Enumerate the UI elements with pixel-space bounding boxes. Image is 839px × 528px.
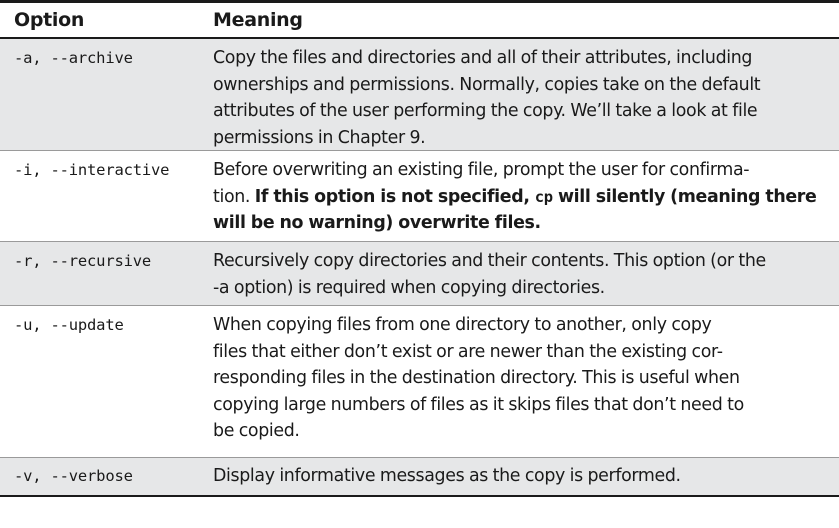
meaning-line: tion. If this option is not specified, c…	[213, 184, 825, 211]
meaning-cell: Recursively copy directories and their c…	[213, 248, 839, 305]
meaning-line: attributes of the user performing the co…	[213, 101, 758, 122]
option-cell: -i, --interactive	[14, 161, 170, 179]
option-cell: -r, --recursive	[14, 252, 151, 270]
meaning-bold-text: will silently (meaning there	[552, 186, 817, 207]
header-option: Option	[14, 9, 85, 31]
table-row: -v, --verbose Display informative messag…	[0, 458, 839, 495]
option-cell: -v, --verbose	[14, 467, 133, 485]
cp-command-code: cp	[534, 187, 553, 206]
bottom-rule	[0, 495, 839, 497]
meaning-line: Before overwriting an existing file, pro…	[213, 160, 750, 180]
meaning-cell: Before overwriting an existing file, pro…	[213, 157, 839, 241]
meaning-line: responding files in the destination dire…	[213, 368, 740, 389]
meaning-line: Recursively copy directories and their c…	[213, 251, 766, 271]
meaning-line: Display informative messages as the copy…	[213, 466, 681, 486]
meaning-line: copying large numbers of files as it ski…	[213, 394, 744, 415]
meaning-line: Copy the files and directories and all o…	[213, 48, 753, 68]
table-row: -i, --interactive Before overwriting an …	[0, 151, 839, 242]
header-meaning: Meaning	[213, 9, 303, 31]
meaning-line: -a option) is required when copying dire…	[213, 277, 605, 298]
table-row: -r, --recursive Recursively copy directo…	[0, 242, 839, 306]
table-row: -u, --update When copying files from one…	[0, 306, 839, 458]
meaning-text: tion.	[213, 186, 255, 207]
table-row: -a, --archive Copy the files and directo…	[0, 39, 839, 151]
options-table: Option Meaning -a, --archive Copy the fi…	[0, 0, 839, 497]
meaning-line: When copying files from one directory to…	[213, 315, 712, 335]
meaning-line: permissions in Chapter 9.	[213, 127, 426, 148]
option-cell: -u, --update	[14, 316, 124, 334]
meaning-cell: When copying files from one directory to…	[213, 312, 839, 457]
meaning-cell: Display informative messages as the copy…	[213, 463, 839, 495]
option-cell: -a, --archive	[14, 49, 133, 67]
meaning-line: files that either don’t exist or are new…	[213, 341, 723, 362]
meaning-bold-text: If this option is not specified,	[254, 186, 535, 207]
meaning-bold-line: will be no warning) overwrite files.	[213, 213, 541, 234]
meaning-cell: Copy the files and directories and all o…	[213, 45, 839, 150]
meaning-line: ownerships and permissions. Normally, co…	[213, 74, 761, 95]
table-header: Option Meaning	[0, 3, 839, 39]
meaning-line: be copied.	[213, 421, 300, 442]
